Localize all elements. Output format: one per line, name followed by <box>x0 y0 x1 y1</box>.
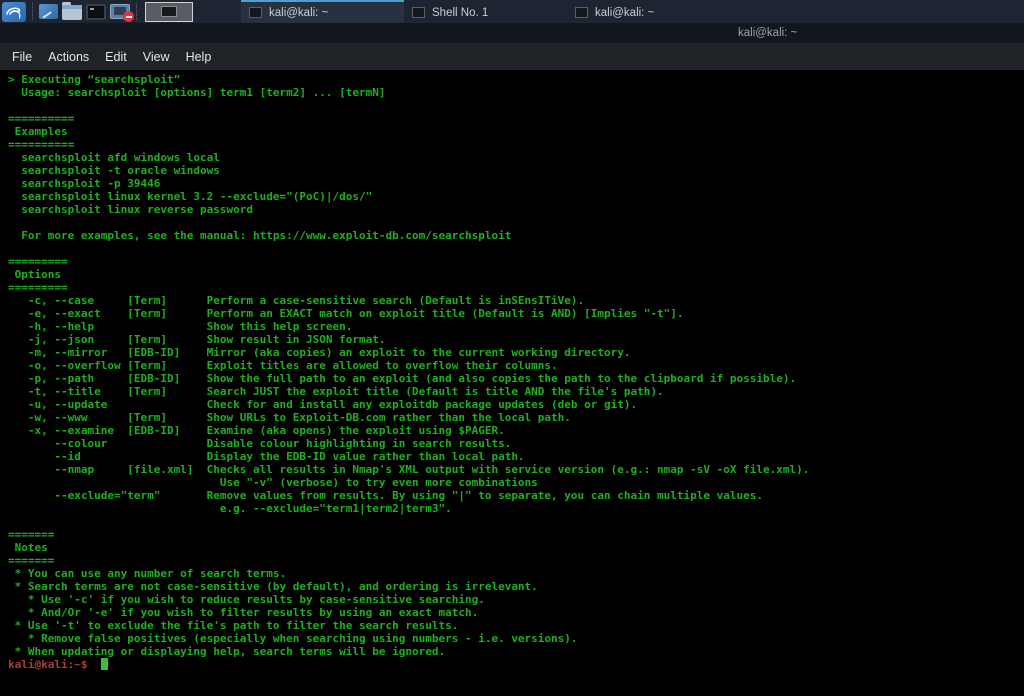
workspace-window-thumbnail <box>161 6 177 17</box>
kali-menu-button[interactable] <box>0 1 28 22</box>
workspace-switcher[interactable] <box>145 2 193 22</box>
menu-edit[interactable]: Edit <box>97 46 135 68</box>
kali-desktop: kali@kali: ~ Shell No. 1 kali@kali: ~ ka… <box>0 0 1024 696</box>
taskbar-window-shell-1[interactable]: Shell No. 1 <box>404 0 567 23</box>
menu-view[interactable]: View <box>135 46 178 68</box>
terminal-output: > Executing “searchsploit” Usage: search… <box>0 70 1024 658</box>
terminal-icon <box>86 4 106 20</box>
folder-icon <box>62 5 82 20</box>
terminal-window-icon <box>249 7 262 18</box>
window-titlebar[interactable]: kali@kali: ~ <box>0 23 1024 43</box>
window-title: kali@kali: ~ <box>738 27 797 39</box>
window-button-label: Shell No. 1 <box>432 7 488 19</box>
menu-actions[interactable]: Actions <box>40 46 97 68</box>
menu-file[interactable]: File <box>4 46 40 68</box>
terminal-window-icon <box>412 7 425 18</box>
show-desktop-button[interactable] <box>37 1 60 22</box>
shell-prompt: kali@kali:~$ <box>8 658 94 671</box>
window-button-list: kali@kali: ~ Shell No. 1 kali@kali: ~ <box>241 0 730 23</box>
taskbar: kali@kali: ~ Shell No. 1 kali@kali: ~ <box>0 0 1024 23</box>
taskbar-separator <box>136 3 137 20</box>
screen-record-icon <box>110 4 130 19</box>
window-button-label: kali@kali: ~ <box>595 7 654 19</box>
terminal-window-icon <box>575 7 588 18</box>
terminal-viewport[interactable]: > Executing “searchsploit” Usage: search… <box>0 70 1024 696</box>
display-window-icon <box>39 4 58 19</box>
shell-prompt-line: kali@kali:~$ <box>0 658 1024 671</box>
terminal-menubar: File Actions Edit View Help <box>0 43 1024 70</box>
record-badge-icon <box>123 11 134 22</box>
window-button-label: kali@kali: ~ <box>269 7 328 19</box>
taskbar-window-terminal-1[interactable]: kali@kali: ~ <box>241 0 404 23</box>
taskbar-window-terminal-2[interactable]: kali@kali: ~ <box>567 0 730 23</box>
file-manager-button[interactable] <box>60 1 84 22</box>
terminal-launcher-button[interactable] <box>84 1 108 22</box>
terminal-cursor <box>101 658 108 670</box>
screen-capture-button[interactable] <box>108 1 132 22</box>
kali-logo-icon <box>2 2 26 22</box>
taskbar-separator <box>32 3 33 20</box>
menu-help[interactable]: Help <box>178 46 220 68</box>
